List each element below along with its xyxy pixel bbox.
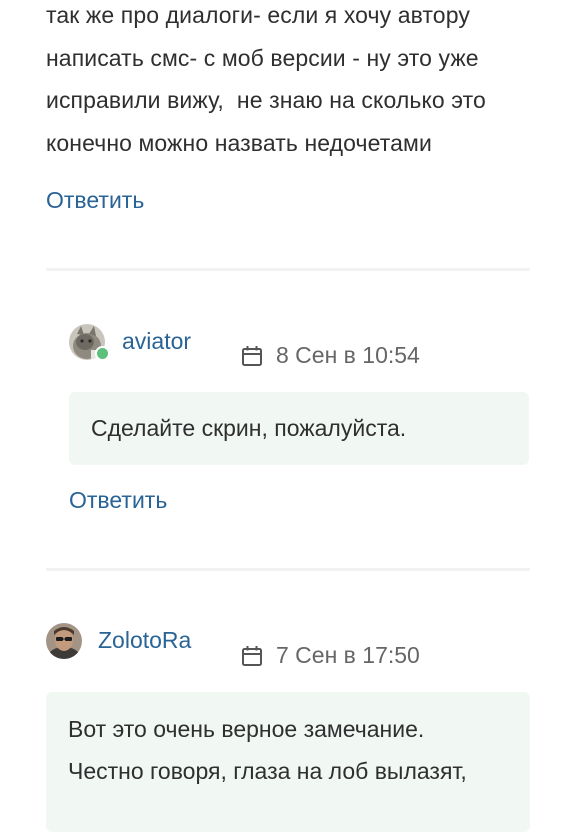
avatar[interactable]	[46, 623, 82, 659]
comment-text: Сделайте скрин, пожалуйста.	[91, 415, 407, 441]
comment-date: 8 Сен в 10:54	[241, 342, 420, 369]
comments-page: так же про диалоги- если я хочу автору н…	[0, 0, 575, 832]
comment-bubble: Вот это очень верное замечание. Честно г…	[46, 692, 530, 832]
comment-bubble: Сделайте скрин, пожалуйста.	[69, 392, 529, 465]
avatar[interactable]	[69, 324, 110, 361]
date-text: 7 Сен в 17:50	[276, 642, 420, 668]
reply-button[interactable]: Ответить	[69, 487, 167, 514]
divider	[46, 268, 530, 271]
divider	[46, 568, 530, 571]
online-indicator	[95, 346, 110, 361]
reply-button[interactable]: Ответить	[46, 187, 144, 214]
author-name[interactable]: ZolotoRa	[98, 627, 191, 654]
author-name[interactable]: aviator	[122, 328, 191, 355]
avatar-image	[46, 623, 82, 659]
date-text: 8 Сен в 10:54	[276, 342, 420, 368]
comment-text-line: Честно говоря, глаза на лоб вылазят,	[68, 758, 467, 784]
calendar-icon	[242, 345, 262, 366]
calendar-icon	[242, 645, 262, 666]
comment-header: ZolotoRa 7 Сен в 17:50	[0, 620, 575, 680]
comment-text: так же про диалоги- если я хочу автору н…	[46, 2, 486, 156]
comment-date: 7 Сен в 17:50	[241, 642, 420, 669]
comment-text-line: Вот это очень верное замечание.	[68, 716, 425, 742]
comment-header: aviator 8 Сен в 10:54	[0, 320, 575, 380]
